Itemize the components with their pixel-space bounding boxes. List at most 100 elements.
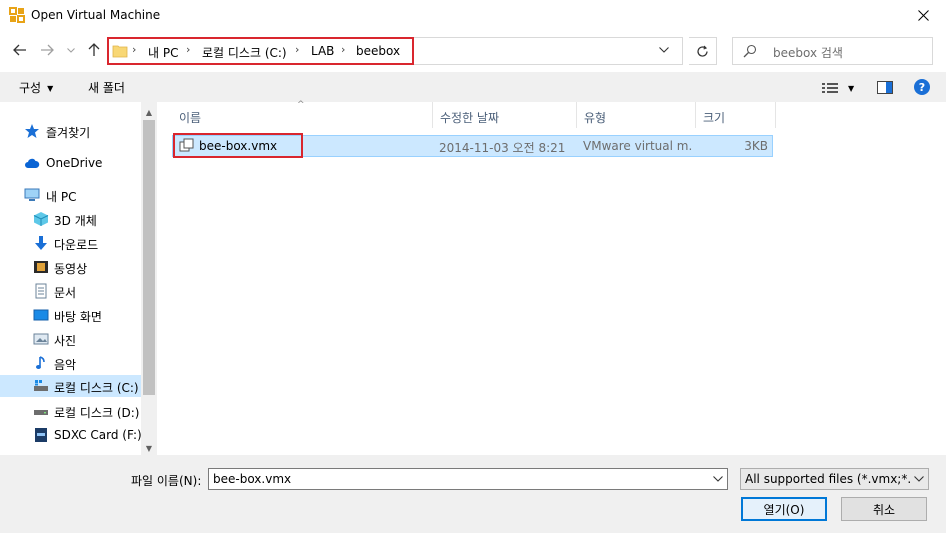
recent-locations-button[interactable]	[62, 39, 80, 61]
breadcrumb-my-pc[interactable]: 내 PC	[148, 44, 178, 61]
search-placeholder: beebox 검색	[773, 46, 843, 60]
breadcrumb-lab[interactable]: LAB	[311, 44, 334, 58]
nav-item-music[interactable]: 음악	[0, 352, 141, 374]
title-bar: Open Virtual Machine	[0, 0, 946, 31]
forward-button[interactable]	[36, 39, 58, 61]
breadcrumb-separator: ›	[341, 43, 346, 56]
column-header-type[interactable]: 유형	[577, 102, 696, 128]
desktop-icon	[33, 309, 49, 321]
organize-button[interactable]: 구성 ▼	[19, 79, 53, 96]
details-view-icon	[822, 83, 838, 93]
music-icon	[36, 356, 45, 369]
file-name: bee-box.vmx	[199, 139, 278, 153]
column-label: 이름	[179, 111, 202, 125]
back-button[interactable]	[9, 39, 31, 61]
new-folder-button[interactable]: 새 폴더	[88, 79, 125, 96]
nav-label: 바탕 화면	[54, 310, 102, 324]
vmx-file-icon	[179, 138, 194, 152]
close-icon	[917, 10, 929, 21]
preview-pane-icon[interactable]	[877, 81, 893, 94]
breadcrumb-separator: ›	[186, 43, 191, 56]
file-date: 2014-11-03 오전 8:21	[439, 141, 566, 155]
caret-down-icon: ▼	[47, 84, 54, 93]
up-button[interactable]	[83, 39, 105, 61]
video-icon	[34, 261, 48, 273]
window-title: Open Virtual Machine	[31, 8, 161, 22]
filename-label: 파일 이름(N):	[131, 474, 202, 488]
nav-item-downloads[interactable]: 다운로드	[0, 232, 141, 254]
file-row[interactable]: bee-box.vmx 2014-11-03 오전 8:21 VMware vi…	[172, 135, 773, 157]
cube-icon	[33, 212, 49, 226]
chevron-down-icon	[659, 47, 669, 53]
column-header-date[interactable]: 수정한 날짜	[433, 102, 577, 128]
nav-item-videos[interactable]: 동영상	[0, 256, 141, 278]
nav-label: OneDrive	[46, 156, 103, 170]
nav-label: SDXC Card (F:)	[54, 428, 142, 442]
sdcard-icon	[35, 428, 47, 442]
cancel-button[interactable]: 취소	[841, 497, 927, 521]
nav-item-desktop[interactable]: 바탕 화면	[0, 304, 141, 326]
arrow-up-icon	[88, 43, 100, 56]
nav-scrollbar-thumb[interactable]	[143, 120, 155, 395]
drive-c-icon	[34, 380, 48, 391]
drive-icon	[34, 410, 48, 415]
address-bar[interactable]: › 내 PC › 로컬 디스크 (C:) › LAB › beebox	[107, 37, 683, 65]
dialog-footer	[0, 455, 946, 533]
nav-item-local-disk-c[interactable]: 로컬 디스크 (C:)	[0, 375, 141, 397]
nav-item-favorites[interactable]: 즐겨찾기	[0, 120, 141, 142]
arrow-left-icon	[13, 44, 26, 56]
column-label: 크기	[703, 111, 726, 125]
nav-label: 로컬 디스크 (C:)	[54, 381, 139, 395]
scroll-down-icon[interactable]: ▼	[141, 440, 157, 456]
breadcrumb-separator: ›	[132, 43, 137, 56]
command-bar: 구성 ▼ 새 폴더	[0, 72, 946, 102]
search-box[interactable]: beebox 검색	[732, 37, 933, 65]
caret-down-icon: ▼	[848, 83, 855, 93]
folder-icon	[112, 45, 128, 58]
cloud-icon	[25, 158, 40, 168]
open-button[interactable]: 열기(O)	[741, 497, 827, 521]
nav-item-local-disk-d[interactable]: 로컬 디스크 (D:)	[0, 400, 141, 422]
address-dropdown-button[interactable]	[655, 43, 673, 57]
chevron-down-icon[interactable]	[713, 475, 723, 483]
document-icon	[35, 283, 47, 299]
nav-label: 3D 개체	[54, 214, 97, 228]
vmware-app-icon	[9, 7, 25, 23]
arrow-right-icon	[41, 44, 54, 56]
nav-label: 음악	[54, 358, 77, 372]
download-icon	[35, 236, 47, 250]
breadcrumb-beebox[interactable]: beebox	[356, 44, 400, 58]
view-options-button[interactable]: ▼	[822, 80, 858, 96]
nav-label: 로컬 디스크 (D:)	[54, 406, 140, 420]
column-header-name[interactable]: 이름	[172, 102, 433, 128]
nav-label: 다운로드	[54, 238, 99, 252]
help-button[interactable]: ?	[914, 79, 930, 95]
nav-item-pictures[interactable]: 사진	[0, 328, 141, 350]
nav-item-sdxc-card[interactable]: SDXC Card (F:)	[0, 424, 142, 446]
nav-item-3d-objects[interactable]: 3D 개체	[0, 208, 141, 230]
filename-input[interactable]: bee-box.vmx	[208, 468, 728, 490]
breadcrumb-separator: ›	[295, 43, 300, 56]
organize-label: 구성	[19, 81, 42, 95]
nav-item-documents[interactable]: 문서	[0, 280, 141, 302]
nav-item-my-pc[interactable]: 내 PC	[0, 184, 141, 206]
picture-icon	[33, 333, 49, 345]
file-type-select[interactable]: All supported files (*.vmx;*.ovf	[740, 468, 929, 490]
column-header-size[interactable]: 크기	[696, 102, 776, 128]
breadcrumb-local-disk-c[interactable]: 로컬 디스크 (C:)	[202, 44, 287, 61]
chevron-down-icon	[67, 47, 75, 53]
close-button[interactable]	[900, 0, 946, 31]
refresh-button[interactable]	[689, 37, 717, 65]
scroll-up-icon[interactable]: ▲	[141, 104, 157, 120]
search-icon	[743, 44, 757, 58]
nav-label: 내 PC	[46, 190, 77, 204]
chevron-down-icon	[910, 469, 928, 489]
file-type: VMware virtual m...	[583, 139, 693, 153]
computer-icon	[24, 188, 40, 201]
navigation-pane: 즐겨찾기 OneDrive 내 PC 3D 개체 다운로드 동영상 문서 바탕 …	[0, 102, 157, 455]
file-size: 3KB	[744, 139, 768, 153]
nav-item-onedrive[interactable]: OneDrive	[0, 152, 141, 174]
refresh-icon	[697, 45, 708, 57]
nav-label: 사진	[54, 334, 77, 348]
column-label: 유형	[584, 111, 607, 125]
